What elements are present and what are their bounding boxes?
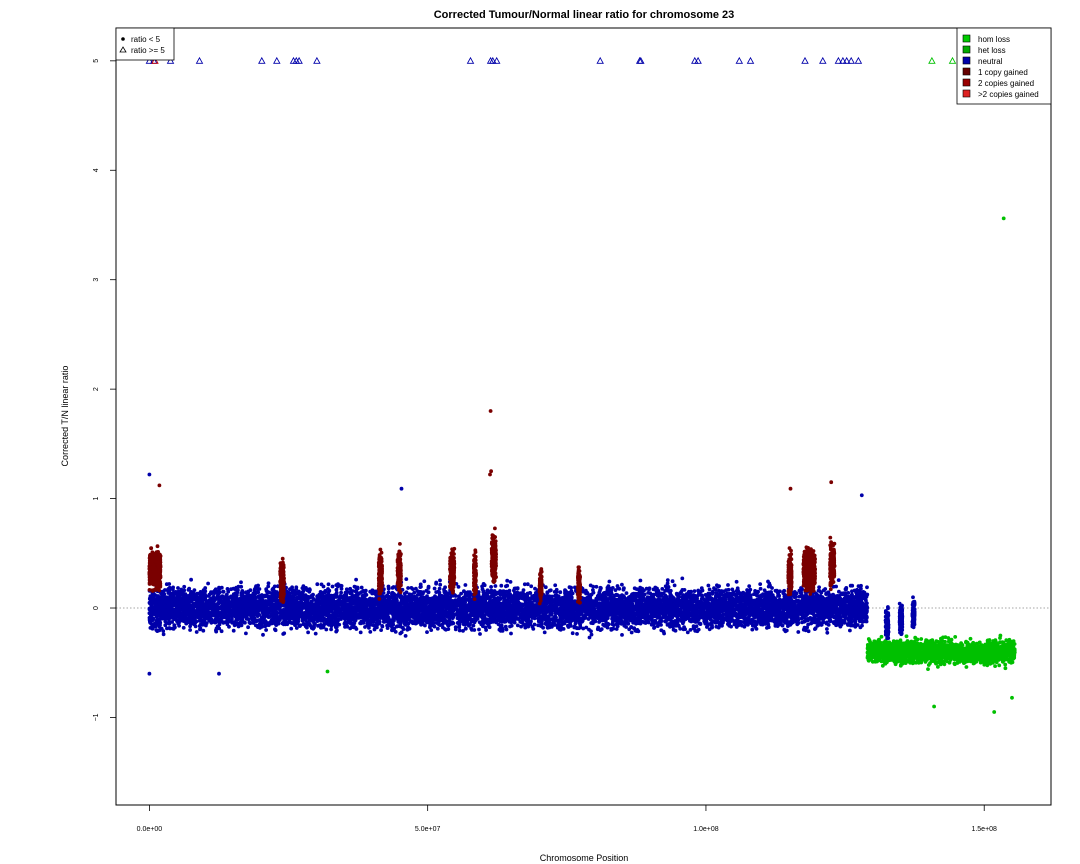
neutral-data-point [567, 585, 572, 590]
neutral-data-point [313, 631, 318, 636]
neutral-data-point [499, 583, 504, 588]
neutral-data-point [231, 628, 236, 633]
neutral-data-point [770, 586, 774, 590]
neutral-data-point [865, 585, 869, 590]
neutral-data-point [329, 627, 333, 632]
neutral-data-point [558, 590, 563, 595]
neutral-data-point [638, 578, 643, 583]
data-points [116, 56, 1051, 714]
neutral-data-point [607, 579, 612, 584]
neutral-data-point [716, 585, 720, 589]
neutral-data-point [354, 577, 358, 582]
neutral-data-point [315, 582, 320, 587]
neutral-data-point [622, 586, 626, 590]
neutral-data-point [796, 630, 801, 634]
neutral-data-point [773, 588, 778, 593]
neutral-data-point [399, 630, 404, 635]
neutral-data-point [665, 578, 670, 583]
chart-canvas: Corrected Tumour/Normal linear ratio for… [60, 9, 1052, 863]
neutral-data-point [850, 583, 855, 588]
neutral-data-point [508, 580, 513, 584]
neutral-data-point [188, 628, 193, 632]
neutral-data-point [727, 623, 732, 628]
neutral-data-point [477, 627, 481, 632]
neutral-data-point [531, 627, 536, 631]
neutral-data-point [813, 627, 817, 631]
neutral-data-point [542, 630, 547, 635]
neutral-data-point [734, 625, 739, 629]
neutral-data-point [505, 578, 510, 583]
neutral-data-point [326, 582, 331, 587]
neutral-data-point [221, 589, 226, 594]
neutral-data-point [164, 582, 169, 587]
neutral-data-point [481, 582, 486, 586]
neutral-data-point [688, 628, 693, 632]
neutral-data-point [244, 631, 248, 636]
neutral-data-point [688, 619, 692, 623]
neutral-data-point [359, 585, 364, 590]
neutral-data-point [435, 626, 440, 631]
neutral-data-point [539, 624, 543, 628]
chart-title: Corrected Tumour/Normal linear ratio for… [434, 9, 735, 21]
neutral-data-point [487, 625, 492, 630]
neutral-data-point [750, 627, 755, 632]
neutral-data-point [372, 627, 377, 632]
neutral-data-point [194, 630, 199, 634]
neutral-data-point [758, 582, 763, 586]
neutral-data-point [195, 591, 199, 596]
neutral-data-point [670, 579, 675, 584]
neutral-data-point [319, 582, 324, 587]
neutral-data-point [294, 585, 299, 590]
neutral-data-point [404, 577, 409, 581]
neutral-data-point [734, 579, 739, 584]
neutral-data-point [696, 588, 701, 593]
neutral-data-point [221, 620, 226, 625]
neutral-data-point [386, 586, 391, 591]
neutral-data-point [453, 625, 458, 629]
neutral-data-point [706, 583, 711, 588]
neutral-data-point [192, 588, 197, 592]
neutral-data-point [712, 586, 716, 590]
neutral-data-point [261, 632, 265, 637]
neutral-data-point [707, 587, 712, 592]
neutral-data-point [493, 584, 498, 588]
neutral-data-point [201, 628, 206, 633]
neutral-data-point [306, 630, 310, 635]
neutral-data-point [575, 632, 579, 636]
neutral-data-point [598, 585, 603, 590]
neutral-data-point [330, 584, 335, 589]
neutral-data-point [515, 623, 520, 628]
neutral-data-point [519, 624, 523, 629]
neutral-data-point [406, 586, 410, 590]
neutral-data-point [434, 580, 439, 585]
neutral-data-point [680, 576, 685, 581]
neutral-data-point [358, 630, 363, 635]
neutral-data-point [825, 630, 830, 635]
neutral-data-point [334, 592, 339, 597]
neutral-data-point [438, 578, 442, 583]
neutral-data-point [334, 629, 339, 634]
neutral-data-point [148, 626, 153, 630]
neutral-data-point [438, 582, 443, 587]
neutral-data-point [620, 582, 624, 587]
neutral-data-point [533, 586, 537, 591]
neutral-data-point [198, 627, 202, 632]
neutral-data-point [225, 587, 230, 591]
neutral-data-point [177, 623, 182, 628]
neutral-data-point [432, 586, 437, 591]
neutral-data-point [629, 630, 634, 635]
neutral-data-point [189, 577, 194, 582]
neutral-data-point [229, 587, 234, 592]
neutral-data-point [823, 587, 828, 591]
neutral-data-point [632, 586, 637, 591]
neutral-data-point [562, 621, 567, 626]
